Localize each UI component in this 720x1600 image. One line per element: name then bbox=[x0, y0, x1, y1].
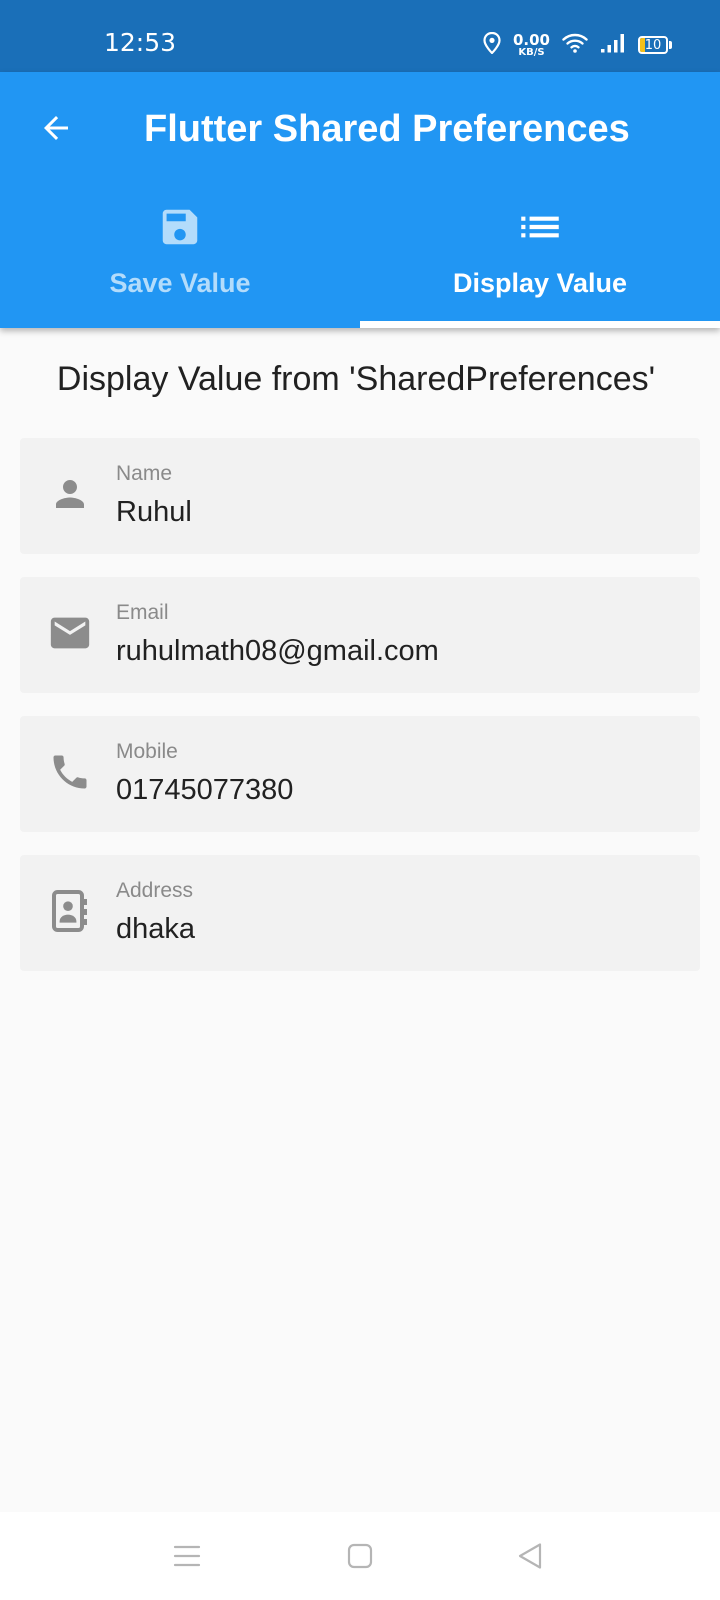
battery-icon: 10 bbox=[638, 36, 672, 54]
field-label: Address bbox=[116, 879, 194, 902]
field-label: Email bbox=[116, 601, 169, 624]
contact-book-icon bbox=[44, 885, 96, 937]
recents-button[interactable] bbox=[165, 1536, 209, 1576]
field-card-email: Email ruhulmath08@gmail.com bbox=[20, 577, 700, 693]
status-bar: 12:53 0.00 KB/S 10 bbox=[0, 0, 720, 72]
home-button[interactable] bbox=[338, 1536, 382, 1576]
location-icon bbox=[483, 31, 501, 59]
field-card-name: Name Ruhul bbox=[20, 438, 700, 554]
system-nav-bar bbox=[0, 1512, 720, 1600]
tab-save-value-label: Save Value bbox=[109, 268, 251, 298]
field-card-address: Address dhaka bbox=[20, 855, 700, 971]
save-icon bbox=[155, 202, 205, 252]
email-icon bbox=[44, 607, 96, 659]
tab-indicator bbox=[360, 321, 720, 328]
field-value: Ruhul bbox=[116, 496, 192, 528]
field-value: 01745077380 bbox=[116, 774, 294, 806]
arrow-back-icon bbox=[44, 116, 68, 140]
back-triangle-icon bbox=[518, 1543, 542, 1569]
signal-icon bbox=[600, 33, 626, 58]
net-speed-value: 0.00 bbox=[512, 30, 550, 49]
field-card-mobile: Mobile 01745077380 bbox=[20, 716, 700, 832]
app-bar: Flutter Shared Preferences Save Value Di… bbox=[0, 72, 720, 328]
net-speed: 0.00 KB/S bbox=[512, 30, 550, 58]
page-heading: Display Value from 'SharedPreferences' bbox=[56, 360, 656, 398]
phone-icon bbox=[44, 746, 96, 798]
person-icon bbox=[44, 468, 96, 520]
field-label: Name bbox=[116, 462, 173, 485]
tab-display-value-label: Display Value bbox=[452, 268, 628, 298]
field-value: ruhulmath08@gmail.com bbox=[116, 635, 439, 667]
back-nav-button[interactable] bbox=[508, 1536, 552, 1576]
battery-level: 10 bbox=[644, 37, 662, 53]
field-value: dhaka bbox=[116, 913, 196, 945]
menu-icon bbox=[173, 1545, 201, 1567]
wifi-icon bbox=[562, 33, 588, 58]
list-icon bbox=[515, 202, 565, 252]
field-label: Mobile bbox=[116, 740, 178, 763]
app-title: Flutter Shared Preferences bbox=[144, 108, 630, 150]
net-speed-unit: KB/S bbox=[518, 46, 545, 58]
tab-display-value[interactable]: Display Value bbox=[360, 200, 720, 328]
status-icons: 0.00 KB/S 10 bbox=[483, 30, 672, 60]
back-button[interactable] bbox=[32, 104, 80, 152]
home-icon bbox=[347, 1543, 373, 1569]
status-time: 12:53 bbox=[104, 28, 177, 57]
tab-save-value[interactable]: Save Value bbox=[0, 200, 360, 328]
